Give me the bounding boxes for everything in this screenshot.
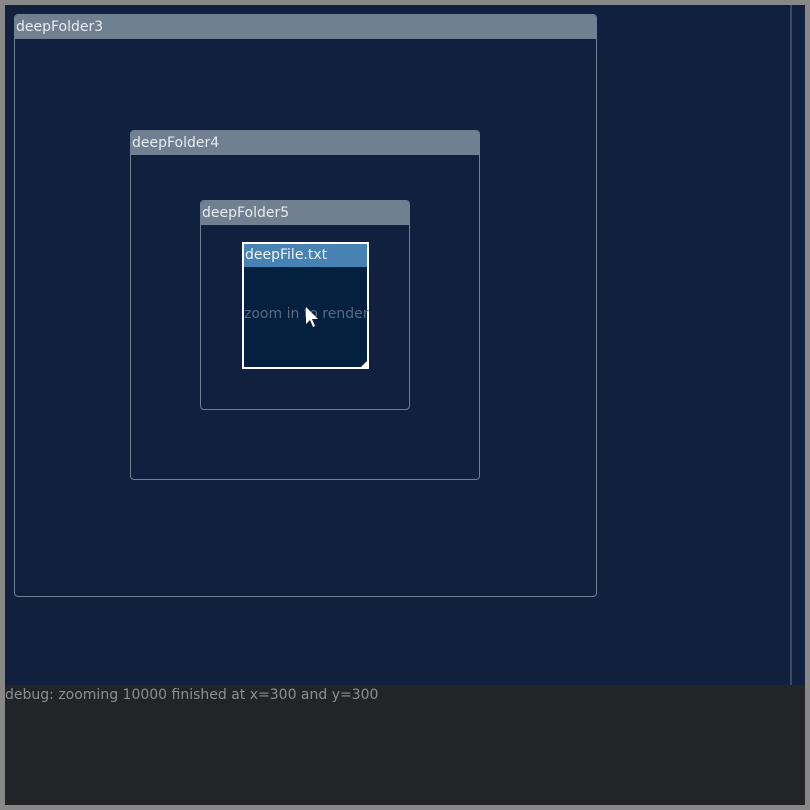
resize-handle[interactable] — [361, 361, 367, 367]
debug-text: debug: zooming 10000 finished at x=300 a… — [5, 687, 379, 703]
folder-title[interactable]: deepFolder3 — [15, 15, 596, 39]
folder-title[interactable]: deepFolder4 — [131, 131, 479, 155]
debug-panel: debug: zooming 10000 finished at x=300 a… — [5, 685, 805, 805]
folder-title[interactable]: deepFolder5 — [201, 201, 409, 225]
scrollbar-divider — [790, 5, 792, 685]
file-title[interactable]: deepFile.txt — [244, 244, 367, 267]
canvas[interactable]: deepFolder3 deepFolder4 deepFolder5 deep… — [5, 5, 805, 685]
mouse-cursor-icon — [306, 307, 318, 327]
